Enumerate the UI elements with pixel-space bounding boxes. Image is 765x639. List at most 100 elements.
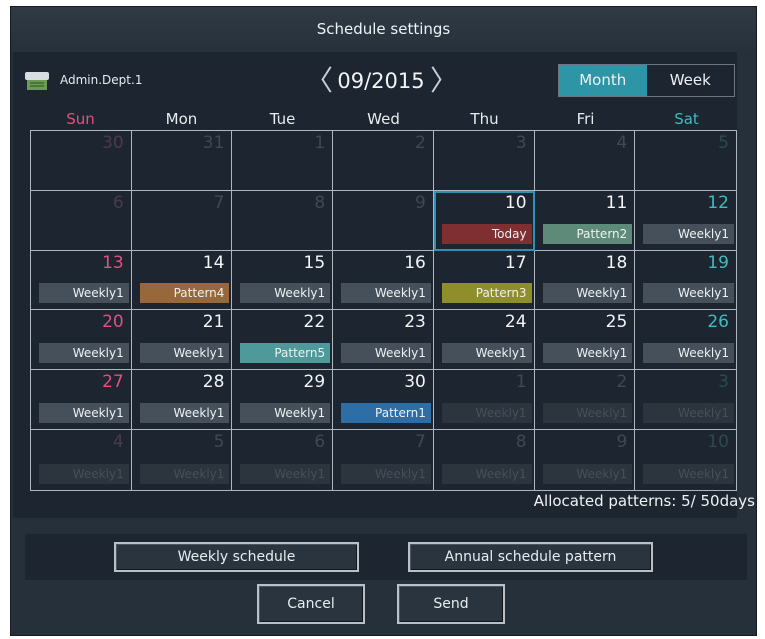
calendar-day-cell[interactable]: 22 Pattern5 <box>232 310 334 371</box>
day-number: 24 <box>504 312 527 333</box>
day-number: 25 <box>605 312 628 333</box>
chevron-right-icon[interactable]: 〉 <box>430 66 458 96</box>
calendar-day-cell[interactable]: 26 Weekly1 <box>635 310 736 371</box>
calendar-day-cell[interactable]: 2 Weekly1 <box>534 370 636 431</box>
calendar-day-cell[interactable]: 1 Weekly1 <box>433 370 535 431</box>
calendar-day-cell[interactable]: 21 Weekly1 <box>131 310 233 371</box>
schedule-pattern-tag: Weekly1 <box>542 343 633 364</box>
weekly-schedule-button[interactable]: Weekly schedule <box>114 542 359 572</box>
calendar-day-cell[interactable]: 11 Pattern2 <box>534 190 636 251</box>
chevron-left-icon[interactable]: 〈 <box>305 66 333 96</box>
day-number: 7 <box>415 432 426 453</box>
day-number: 2 <box>616 372 628 393</box>
calendar-day-cell[interactable]: 3 Weekly1 <box>635 370 736 431</box>
day-number: 6 <box>314 432 326 453</box>
calendar-day-cell[interactable]: 25 Weekly1 <box>534 310 636 371</box>
day-number: 5 <box>213 432 225 453</box>
day-number: 29 <box>303 372 326 393</box>
calendar-day-cell[interactable]: 8 Weekly1 <box>434 430 535 490</box>
calendar-day-cell[interactable]: 20 Weekly1 <box>31 310 132 371</box>
annual-schedule-pattern-button[interactable]: Annual schedule pattern <box>408 542 653 572</box>
calendar-day-cell[interactable]: 14 Pattern4 <box>131 250 233 311</box>
calendar-day-cell[interactable]: 19 Weekly1 <box>635 251 736 311</box>
schedule-pattern-tag: Pattern2 <box>542 223 633 244</box>
day-number: 22 <box>303 312 326 333</box>
day-number: 10 <box>504 192 527 213</box>
calendar-day-cell[interactable]: 6 <box>31 190 132 251</box>
schedule-pattern-tag: Weekly1 <box>341 463 431 484</box>
calendar-day-cell[interactable]: 13 Weekly1 <box>31 250 132 311</box>
day-number: 13 <box>102 252 124 273</box>
day-number: 12 <box>707 192 729 213</box>
calendar-day-cell[interactable]: 16 Weekly1 <box>333 250 434 311</box>
calendar-day-cell[interactable]: 4 <box>534 131 636 191</box>
schedule-pattern-tag: Weekly1 <box>39 463 129 484</box>
calendar-day-cell[interactable]: 3 <box>433 131 535 191</box>
calendar-grid: 30 31 1 2 3 4 5 6 7 8 9 10 Today 11 Pattern2 12 Weekly1 1… <box>30 130 737 491</box>
air-conditioner-icon <box>25 72 49 90</box>
day-number: 6 <box>112 192 124 213</box>
calendar-day-cell[interactable]: 18 Weekly1 <box>534 250 636 311</box>
day-number: 17 <box>504 252 527 273</box>
day-number: 4 <box>616 133 628 153</box>
calendar-day-cell[interactable]: 7 Weekly1 <box>333 430 434 490</box>
day-number: 28 <box>202 372 225 393</box>
calendar-day-cell[interactable]: 9 Weekly1 <box>535 430 636 490</box>
calendar-day-cell[interactable]: 1 <box>232 131 334 191</box>
day-number: 11 <box>605 192 628 213</box>
schedule-pattern-tag: Weekly1 <box>240 283 331 304</box>
calendar-day-cell[interactable]: 9 <box>333 190 434 251</box>
calendar-day-cell[interactable]: 6 Weekly1 <box>232 430 334 490</box>
schedule-pattern-tag: Weekly1 <box>643 223 734 244</box>
day-number: 27 <box>102 372 124 393</box>
calendar-day-cell[interactable]: 5 Weekly1 <box>132 430 233 490</box>
calendar-day-cell[interactable]: 7 <box>131 190 233 251</box>
calendar-day-cell[interactable]: 28 Weekly1 <box>131 370 233 431</box>
day-number: 15 <box>303 252 326 273</box>
calendar-day-cell[interactable]: 5 <box>635 131 736 191</box>
week-view-button[interactable]: Week <box>646 65 734 96</box>
calendar-day-cell[interactable]: 30 <box>31 131 132 191</box>
schedule-pattern-tag: Pattern3 <box>441 283 532 304</box>
calendar-day-cell[interactable]: 24 Weekly1 <box>433 310 535 371</box>
calendar-day-cell[interactable]: 30 Pattern1 <box>333 370 434 431</box>
weekday-label: Tue <box>269 110 296 128</box>
calendar-day-cell[interactable]: 29 Weekly1 <box>232 370 334 431</box>
day-number: 7 <box>213 192 225 213</box>
month-view-button[interactable]: Month <box>559 65 647 96</box>
calendar-day-cell[interactable]: 10 Weekly1 <box>635 430 736 490</box>
schedule-pattern-tag: Today <box>441 223 532 244</box>
calendar-day-cell[interactable]: 23 Weekly1 <box>333 310 434 371</box>
schedule-pattern-tag: Pattern1 <box>341 403 431 424</box>
weekday-label: Sun <box>66 110 95 128</box>
weekday-label: Thu <box>470 110 499 128</box>
day-number: 18 <box>605 252 628 273</box>
allocated-patterns: Allocated patterns: 5/ 50days <box>533 492 755 510</box>
day-number: 9 <box>415 192 426 213</box>
day-number: 21 <box>202 312 225 333</box>
cancel-button[interactable]: Cancel <box>257 584 365 624</box>
day-number: 4 <box>112 432 124 453</box>
send-button[interactable]: Send <box>397 584 505 624</box>
schedule-pattern-tag: Weekly1 <box>139 403 230 424</box>
day-number: 10 <box>707 432 729 453</box>
schedule-pattern-tag: Weekly1 <box>643 343 734 364</box>
day-number: 30 <box>102 133 124 153</box>
calendar-day-cell[interactable]: 4 Weekly1 <box>31 430 132 490</box>
calendar-day-cell[interactable]: 12 Weekly1 <box>635 191 736 251</box>
day-number: 16 <box>404 252 426 273</box>
calendar-day-cell[interactable]: 27 Weekly1 <box>31 370 132 431</box>
schedule-pattern-tag: Pattern5 <box>240 343 331 364</box>
calendar-day-cell[interactable]: 2 <box>333 131 434 191</box>
day-number: 2 <box>415 133 426 153</box>
calendar-day-cell[interactable]: 8 <box>232 190 334 251</box>
schedule-pattern-tag: Weekly1 <box>542 283 633 304</box>
calendar-day-cell[interactable]: 10 Today <box>433 190 535 251</box>
day-number: 26 <box>707 312 729 333</box>
schedule-pattern-tag: Weekly1 <box>643 403 734 424</box>
weekday-label: Wed <box>367 110 400 128</box>
day-number: 1 <box>314 133 326 153</box>
calendar-day-cell[interactable]: 31 <box>131 131 233 191</box>
calendar-day-cell[interactable]: 17 Pattern3 <box>433 250 535 311</box>
calendar-day-cell[interactable]: 15 Weekly1 <box>232 250 334 311</box>
